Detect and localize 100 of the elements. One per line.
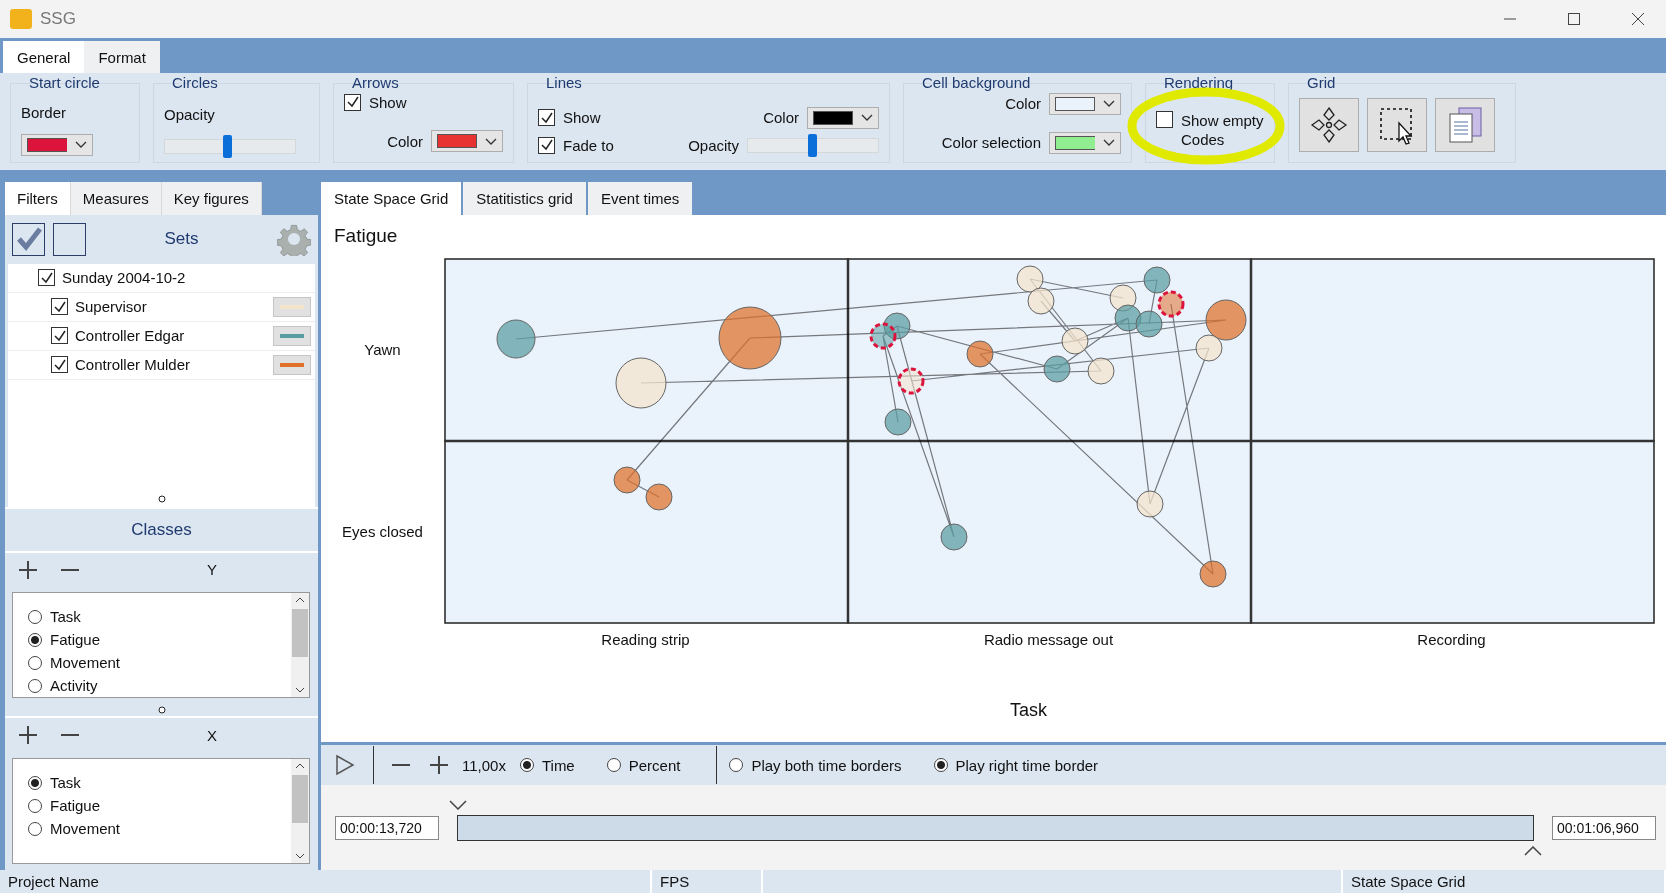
start-time-field[interactable]: 00:00:13,720 (335, 815, 439, 840)
start-circle[interactable] (869, 322, 897, 350)
ribbon-tab[interactable]: Format (84, 41, 160, 73)
state-circle[interactable] (1136, 490, 1164, 518)
add-button[interactable] (19, 726, 37, 745)
radio-button[interactable] (606, 758, 621, 772)
panel-tab[interactable]: Key figures (161, 182, 262, 215)
state-circle[interactable] (966, 340, 994, 368)
radio-button[interactable] (729, 758, 744, 772)
scroll-down-icon[interactable] (295, 853, 305, 859)
state-circle[interactable] (613, 466, 641, 494)
state-circle[interactable] (884, 408, 912, 436)
section-title: Sets (163, 229, 200, 250)
state-circle[interactable] (718, 306, 782, 370)
state-circle[interactable] (1016, 265, 1044, 293)
copy-button[interactable] (1435, 98, 1495, 152)
slider-thumb[interactable] (223, 135, 233, 158)
color-dropdown[interactable] (21, 133, 93, 156)
state-circle[interactable] (1043, 355, 1071, 383)
state-circle[interactable] (883, 312, 911, 340)
scrollbar[interactable] (291, 759, 309, 863)
radio-button[interactable] (28, 678, 42, 693)
grid-cell[interactable] (1250, 258, 1655, 442)
radio-button[interactable] (28, 798, 42, 813)
caret-icon[interactable] (1524, 845, 1542, 856)
view-tab[interactable]: Statitistics grid (463, 182, 586, 215)
splitter-handle[interactable] (157, 495, 166, 504)
group-title: Start circle (29, 74, 100, 91)
radio-button[interactable] (28, 655, 42, 670)
view-tab[interactable]: State Space Grid (321, 182, 462, 215)
grid-cell[interactable] (444, 440, 849, 624)
uncheck-all-button[interactable] (53, 222, 86, 256)
state-circle[interactable] (1143, 266, 1171, 294)
close-icon (1632, 13, 1644, 25)
grid-cell[interactable] (1250, 440, 1655, 624)
ribbon-tab[interactable]: General (3, 41, 85, 73)
tree-row[interactable]: Sunday 2004-10-2 (8, 263, 315, 293)
checkbox[interactable] (538, 109, 555, 126)
tree-row[interactable]: Controller Edgar (8, 321, 315, 351)
radio-button[interactable] (933, 758, 948, 772)
color-dropdown[interactable] (1049, 131, 1121, 154)
radio-button[interactable] (28, 632, 42, 647)
remove-button[interactable] (61, 734, 79, 737)
checkbox[interactable] (1156, 111, 1173, 128)
end-time-field[interactable]: 00:01:06,960 (1552, 815, 1656, 840)
grid-cell[interactable] (847, 440, 1252, 624)
state-circle[interactable] (1114, 304, 1142, 332)
remove-button[interactable] (61, 568, 79, 571)
checkbox[interactable] (51, 356, 68, 374)
radio-label: Time (541, 756, 575, 774)
state-circle[interactable] (1061, 327, 1089, 355)
panel-tab[interactable]: Measures (70, 182, 162, 215)
state-circle[interactable] (1195, 334, 1223, 362)
color-dropdown[interactable] (807, 106, 879, 129)
axis-label: Y (207, 561, 217, 579)
slider-thumb[interactable] (807, 133, 817, 157)
add-button[interactable] (19, 560, 37, 579)
scroll-up-icon[interactable] (295, 597, 305, 604)
scroll-up-icon[interactable] (295, 763, 305, 769)
radio-button[interactable] (28, 609, 42, 624)
panel-tab[interactable]: Filters (5, 182, 71, 215)
move-button[interactable] (1299, 98, 1359, 152)
checkbox[interactable] (538, 136, 555, 154)
radio-button[interactable] (519, 758, 534, 772)
color-dropdown[interactable] (1049, 92, 1121, 115)
radio-button[interactable] (28, 775, 42, 790)
checkmark-icon (15, 226, 42, 253)
tree-row[interactable]: Controller Mulder (8, 350, 315, 380)
grid-cell[interactable] (444, 258, 849, 442)
checkbox[interactable] (38, 269, 55, 287)
checkbox[interactable] (51, 327, 68, 345)
state-circle[interactable] (615, 357, 667, 409)
color-button[interactable] (273, 354, 311, 375)
color-button[interactable] (273, 296, 311, 317)
check-all-button[interactable] (12, 222, 45, 256)
start-circle[interactable] (897, 367, 925, 395)
color-button[interactable] (273, 325, 311, 346)
scrollbar[interactable] (291, 593, 309, 698)
splitter-handle[interactable] (157, 706, 166, 715)
tree-row[interactable]: Supervisor (8, 292, 315, 322)
radio-button[interactable] (28, 821, 42, 836)
start-circle[interactable] (1157, 290, 1185, 318)
state-circle[interactable] (1087, 357, 1115, 385)
color-dropdown[interactable] (431, 130, 503, 153)
state-circle[interactable] (1135, 310, 1163, 338)
axis-label: X (207, 726, 217, 744)
state-circle[interactable] (645, 483, 673, 511)
select-button[interactable] (1367, 98, 1427, 152)
view-tab[interactable]: Event times (587, 182, 693, 215)
row-label: Eyes closed (342, 522, 423, 540)
state-circle[interactable] (1199, 560, 1227, 588)
state-circle[interactable] (496, 319, 536, 359)
state-circle[interactable] (1205, 299, 1247, 341)
scroll-down-icon[interactable] (295, 687, 305, 694)
state-circle[interactable] (1027, 287, 1055, 315)
caret-icon[interactable] (449, 799, 467, 810)
checkbox[interactable] (344, 93, 361, 111)
state-circle[interactable] (940, 523, 968, 551)
time-range-bar[interactable] (457, 814, 1534, 841)
checkbox[interactable] (51, 298, 68, 316)
